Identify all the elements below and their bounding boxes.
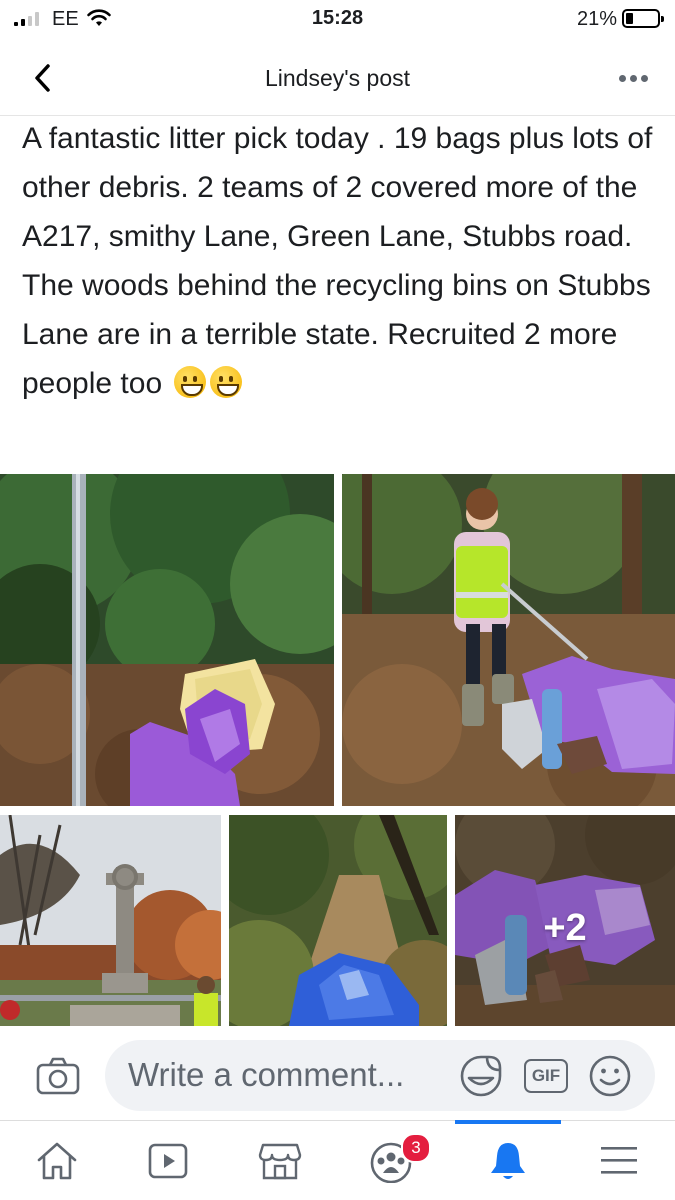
- tab-groups[interactable]: 3: [338, 1121, 448, 1200]
- camera-icon: [36, 1057, 80, 1095]
- post-photo-5[interactable]: +2: [455, 815, 675, 1026]
- post-header: Lindsey's post: [0, 40, 675, 116]
- post-photo-2[interactable]: [342, 474, 675, 806]
- more-dots-icon: [618, 74, 626, 82]
- tab-home[interactable]: [2, 1121, 112, 1200]
- page-title: Lindsey's post: [264, 65, 411, 91]
- camera-button[interactable]: [36, 1057, 80, 1095]
- marketplace-icon: [258, 1143, 302, 1180]
- comment-placeholder: Write a comment...: [128, 1056, 405, 1093]
- notification-badge: 3: [401, 1133, 431, 1163]
- bell-icon: [491, 1143, 525, 1179]
- gif-button[interactable]: GIF: [524, 1059, 568, 1093]
- bottom-tab-bar: 3: [0, 1120, 675, 1200]
- post-text: A fantastic litter pick today . 19 bags …: [22, 114, 662, 408]
- comment-bar: Write a comment... GIF: [0, 1030, 675, 1120]
- grinning-face-emoji: [174, 366, 207, 398]
- tab-marketplace[interactable]: [225, 1121, 335, 1200]
- smiley-icon: [589, 1055, 631, 1097]
- post-photo-3[interactable]: [0, 815, 221, 1026]
- tab-notifications[interactable]: [453, 1120, 563, 1200]
- tab-menu[interactable]: [564, 1121, 674, 1200]
- sticker-button[interactable]: [459, 1054, 503, 1098]
- video-icon: [148, 1143, 188, 1179]
- more-photos-count: +2: [543, 907, 587, 949]
- sticker-icon: [460, 1055, 502, 1097]
- battery-icon: [622, 9, 664, 28]
- tab-watch[interactable]: [113, 1121, 223, 1200]
- home-icon: [37, 1142, 77, 1180]
- post-body: A fantastic litter pick today . 19 bags …: [22, 122, 653, 400]
- clock: 15:28: [311, 7, 364, 29]
- more-options-button[interactable]: [613, 64, 653, 92]
- emoji-button[interactable]: [588, 1054, 632, 1098]
- grinning-face-emoji: [210, 366, 243, 398]
- status-bar: EE 15:28 21%: [0, 0, 675, 40]
- menu-icon: [601, 1147, 637, 1174]
- post-photo-4[interactable]: [229, 815, 447, 1026]
- post-photo-1[interactable]: [0, 474, 334, 806]
- battery-percent: 21%: [576, 8, 617, 30]
